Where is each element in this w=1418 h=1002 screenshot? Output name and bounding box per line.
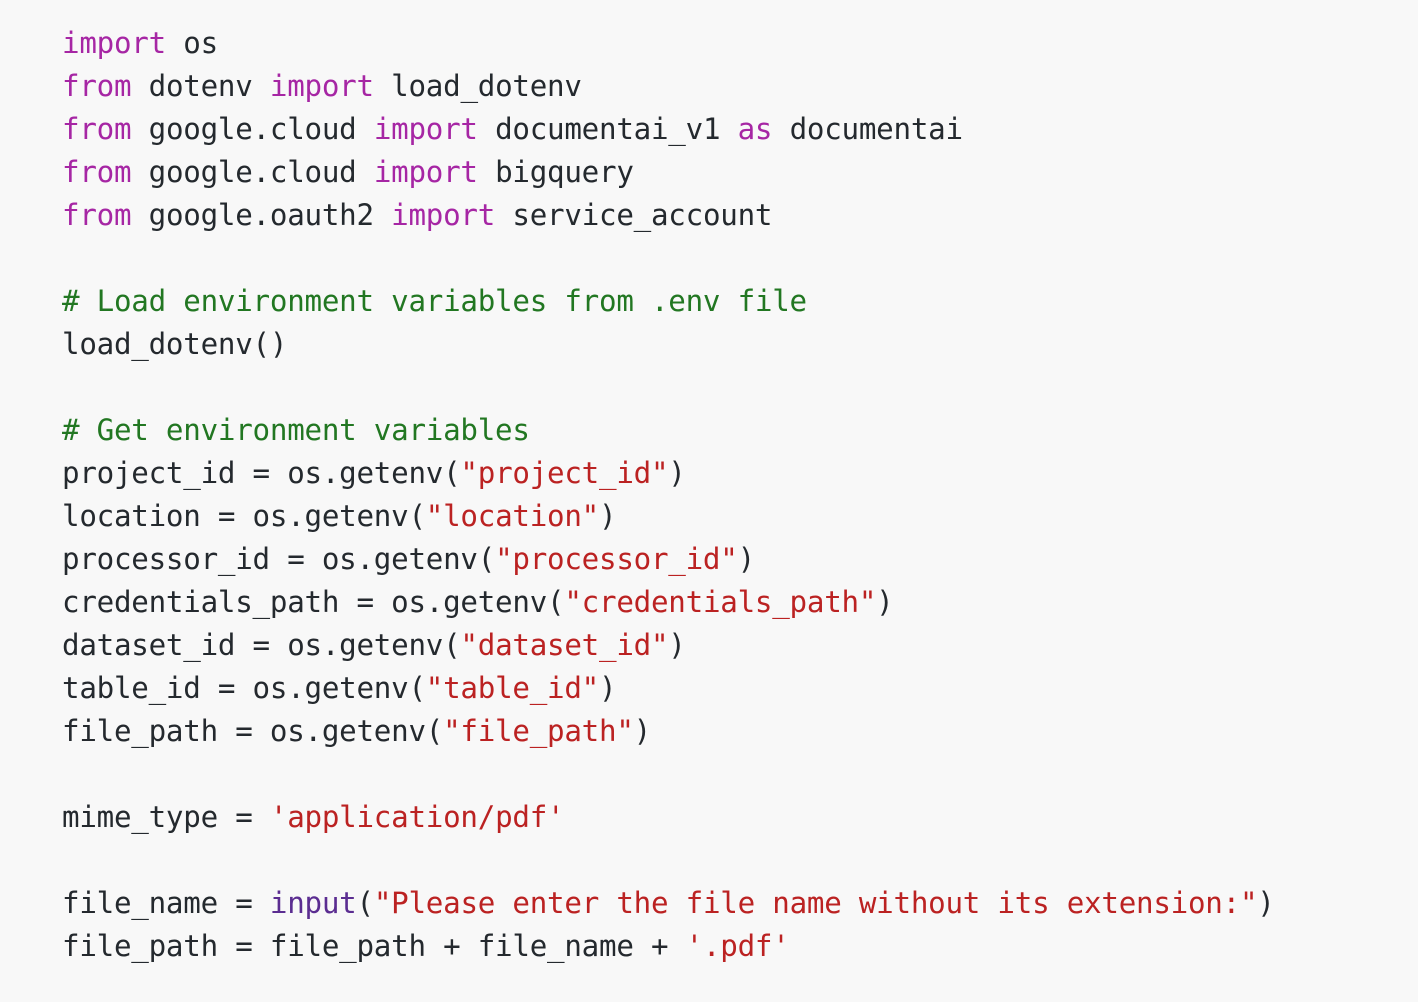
code-token-kw: from xyxy=(62,155,132,189)
code-line: file_path = file_path + file_name + '.pd… xyxy=(62,925,1418,968)
code-token-kw: import xyxy=(269,69,374,103)
code-token-string: "credentials_path" xyxy=(564,585,877,619)
code-token-plain: ) xyxy=(737,542,756,576)
code-token-plain: file_name = xyxy=(62,886,270,920)
code-token-kw: from xyxy=(62,69,132,103)
code-line: mime_type = 'application/pdf' xyxy=(62,796,1418,839)
code-token-string: 'application/pdf' xyxy=(269,800,565,834)
code-token-plain: google.cloud xyxy=(131,112,374,146)
code-token-plain: ( xyxy=(356,886,375,920)
code-token-string: "file_path" xyxy=(443,714,634,748)
code-token-plain: load_dotenv xyxy=(373,69,582,103)
code-token-plain: location = os.getenv( xyxy=(62,499,426,533)
code-token-plain: mime_type = xyxy=(62,800,270,834)
code-line: dataset_id = os.getenv("dataset_id") xyxy=(62,624,1418,667)
code-token-kw: from xyxy=(62,198,132,232)
code-token-plain: ) xyxy=(1257,886,1275,920)
code-token-plain: file_path = file_path + file_name + xyxy=(62,929,686,963)
code-token-string: "Please enter the file name without its … xyxy=(373,886,1258,920)
code-token-plain: ) xyxy=(633,714,652,748)
code-token-plain: bigquery xyxy=(477,155,634,189)
code-token-string: '.pdf' xyxy=(685,929,790,963)
code-token-string: "dataset_id" xyxy=(460,628,669,662)
code-token-builtin: input xyxy=(269,886,357,920)
code-token-plain: load_dotenv() xyxy=(62,327,288,361)
code-token-plain: dotenv xyxy=(131,69,270,103)
code-token-kw: import xyxy=(373,112,478,146)
code-token-kw: import xyxy=(373,155,478,189)
code-token-plain: service_account xyxy=(495,198,773,232)
code-token-string: "project_id" xyxy=(460,456,669,490)
code-token-plain: processor_id = os.getenv( xyxy=(62,542,496,576)
code-token-string: "location" xyxy=(425,499,600,533)
code-line: from google.cloud import bigquery xyxy=(62,151,1418,194)
code-line: from google.oauth2 import service_accoun… xyxy=(62,194,1418,237)
code-token-plain: documentai_v1 xyxy=(477,112,738,146)
code-token-comment: # Get environment variables xyxy=(62,413,530,447)
code-line: file_path = os.getenv("file_path") xyxy=(62,710,1418,753)
code-line: # Get environment variables xyxy=(62,409,1418,452)
code-block[interactable]: import os from dotenv import load_dotenv f… xyxy=(0,0,1418,1002)
code-line: table_id = os.getenv("table_id") xyxy=(62,667,1418,710)
code-token-comment: # Load environment variables from .env f… xyxy=(62,284,807,318)
code-line: import os xyxy=(62,22,1418,65)
code-token-plain: dataset_id = os.getenv( xyxy=(62,628,461,662)
code-token-plain: google.cloud xyxy=(131,155,374,189)
code-token-kw: import xyxy=(62,26,166,60)
code-token-plain: ) xyxy=(599,671,617,705)
code-token-plain: project_id = os.getenv( xyxy=(62,456,461,490)
code-line: credentials_path = os.getenv("credential… xyxy=(62,581,1418,624)
code-line: project_id = os.getenv("project_id") xyxy=(62,452,1418,495)
code-line: from dotenv import load_dotenv xyxy=(62,65,1418,108)
code-token-string: "table_id" xyxy=(425,671,600,705)
code-token-plain: ) xyxy=(668,456,686,490)
code-token-plain: credentials_path = os.getenv( xyxy=(62,585,565,619)
code-token-kw: import xyxy=(391,198,496,232)
code-token-plain: documentai xyxy=(772,112,963,146)
code-line: file_name = input("Please enter the file… xyxy=(62,882,1418,925)
code-line: # Load environment variables from .env f… xyxy=(62,280,1418,323)
code-line: location = os.getenv("location") xyxy=(62,495,1418,538)
code-token-plain: file_path = os.getenv( xyxy=(62,714,444,748)
code-token-plain: ) xyxy=(599,499,617,533)
code-line: processor_id = os.getenv("processor_id") xyxy=(62,538,1418,581)
code-token-kw: as xyxy=(737,112,773,146)
code-token-plain: ) xyxy=(668,628,686,662)
code-line: from google.cloud import documentai_v1 a… xyxy=(62,108,1418,151)
code-token-plain: google.oauth2 xyxy=(131,198,392,232)
code-token-plain: table_id = os.getenv( xyxy=(62,671,426,705)
code-token-kw: from xyxy=(62,112,132,146)
code-line: load_dotenv() xyxy=(62,323,1418,366)
code-token-plain: ) xyxy=(876,585,894,619)
code-token-string: "processor_id" xyxy=(495,542,738,576)
code-token-plain: os xyxy=(165,26,218,60)
